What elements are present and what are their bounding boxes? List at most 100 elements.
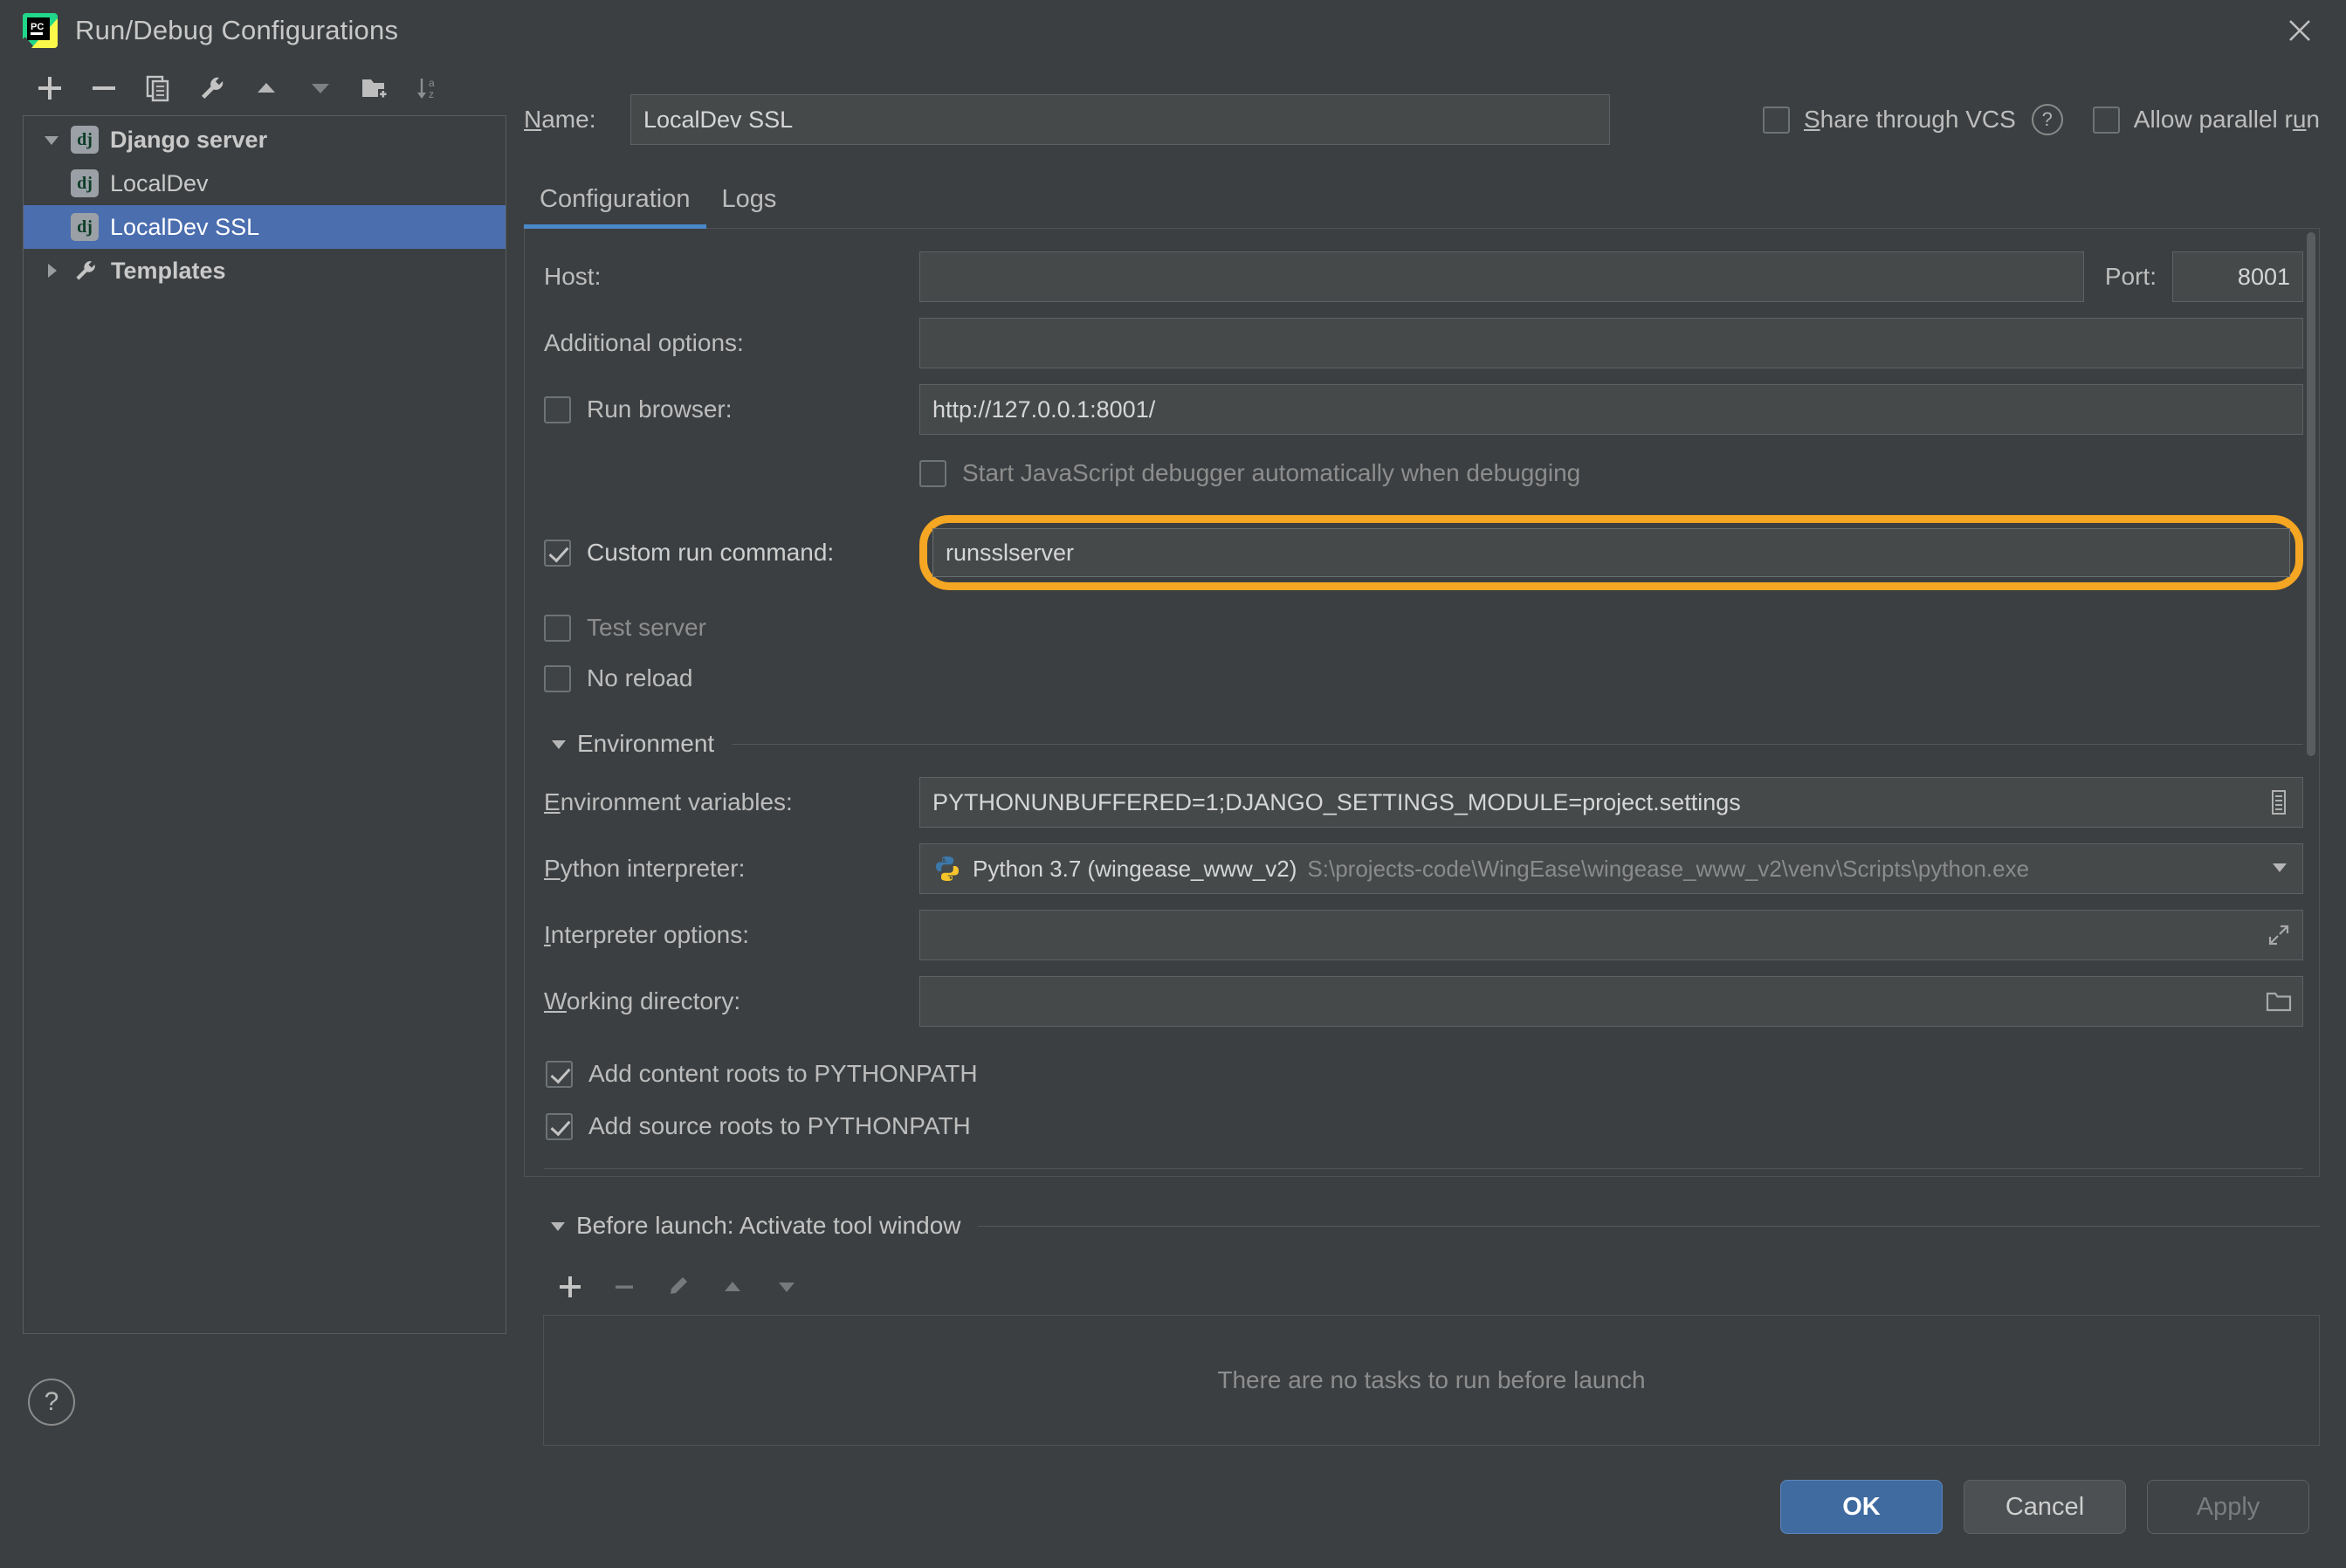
svg-text:PC: PC [31, 22, 44, 32]
python-interpreter-label: Python interpreter: [544, 855, 746, 882]
new-folder-button[interactable] [347, 64, 402, 113]
chevron-down-icon[interactable] [543, 1215, 573, 1236]
dialog-body: a z dj Django server dj LocalDev dj Loca… [0, 61, 2346, 1446]
name-input[interactable]: LocalDev SSL [630, 94, 1610, 145]
svg-text:a: a [429, 77, 435, 89]
run-browser-url-input[interactable]: http://127.0.0.1:8001/ [919, 384, 2303, 435]
chevron-right-icon[interactable] [32, 259, 71, 282]
configuration-editor-panel: Name: LocalDev SSL Share through VCS ? A… [524, 61, 2346, 1446]
test-server-row: Test server [544, 602, 2303, 653]
allow-parallel-run-label: Allow parallel run [2133, 106, 2320, 133]
tree-item-localdev-ssl[interactable]: dj LocalDev SSL [24, 205, 506, 249]
chevron-down-icon[interactable] [544, 733, 574, 754]
run-debug-configurations-dialog: PC Run/Debug Configurations a z dj Djang… [0, 0, 2346, 1568]
additional-options-row: Additional options: [544, 318, 2303, 368]
tree-item-label: LocalDev SSL [110, 213, 260, 240]
add-configuration-button[interactable] [23, 64, 77, 113]
tree-item-label: LocalDev [110, 169, 209, 196]
host-input[interactable] [919, 251, 2084, 302]
remove-configuration-button[interactable] [77, 64, 131, 113]
configurations-tree[interactable]: dj Django server dj LocalDev dj LocalDev… [23, 115, 506, 1334]
python-interpreter-select[interactable]: Python 3.7 (wingease_www_v2) S:\projects… [919, 843, 2303, 894]
before-launch-section: Before launch: Activate tool window Ther… [524, 1200, 2320, 1446]
custom-run-command-checkbox[interactable] [544, 539, 571, 567]
interpreter-options-input[interactable] [919, 910, 2303, 960]
environment-section-header[interactable]: Environment [544, 730, 2303, 758]
before-launch-header[interactable]: Before launch: Activate tool window [543, 1212, 2320, 1240]
add-content-roots-checkbox[interactable] [546, 1060, 573, 1088]
before-launch-empty-text: There are no tasks to run before launch [1217, 1366, 1646, 1393]
configuration-tab-panel: Host: Port: 8001 Additional options: Run… [524, 229, 2320, 1177]
task-move-up-button[interactable] [705, 1262, 760, 1311]
pencil-icon[interactable] [651, 1262, 705, 1311]
help-button[interactable]: ? [28, 1379, 75, 1426]
custom-run-command-label: Custom run command: [587, 539, 835, 566]
working-directory-field-wrap [919, 976, 2303, 1027]
move-down-button[interactable] [293, 64, 347, 113]
no-reload-label: No reload [587, 664, 693, 691]
run-browser-label: Run browser: [587, 395, 733, 423]
tree-toolbar: a z [23, 61, 506, 115]
env-vars-label: Environment variables: [544, 788, 793, 815]
working-directory-label: Working directory: [544, 987, 741, 1014]
add-source-roots-label: Add source roots to PYTHONPATH [588, 1112, 971, 1139]
sort-az-icon[interactable]: a z [402, 64, 456, 113]
js-debugger-label: Start JavaScript debugger automatically … [962, 459, 1581, 486]
custom-run-command-input[interactable]: runsslserver [932, 528, 2290, 577]
expand-icon[interactable] [2263, 919, 2294, 951]
no-reload-row: No reload [544, 653, 2303, 704]
before-launch-task-list[interactable]: There are no tasks to run before launch [543, 1315, 2320, 1446]
run-browser-label-group: Run browser: [544, 395, 919, 423]
allow-parallel-run-checkbox[interactable] [2092, 106, 2120, 134]
share-vcs-help-icon[interactable]: ? [2031, 104, 2063, 135]
python-interpreter-path: S:\projects-code\WingEase\wingease_www_v… [1307, 855, 2030, 882]
js-debugger-row: Start JavaScript debugger automatically … [544, 450, 2303, 496]
test-server-checkbox[interactable] [544, 614, 571, 642]
editor-tabs: Configuration Logs [524, 162, 2320, 229]
tree-item-django-server[interactable]: dj Django server [24, 118, 506, 162]
tab-configuration[interactable]: Configuration [524, 185, 706, 229]
move-up-button[interactable] [239, 64, 293, 113]
cancel-button[interactable]: Cancel [1964, 1480, 2126, 1534]
host-row: Host: Port: 8001 [544, 251, 2303, 302]
add-source-roots-checkbox[interactable] [546, 1112, 573, 1140]
python-interpreter-row: Python interpreter: Python 3.7 (wingease… [544, 843, 2303, 894]
no-reload-checkbox[interactable] [544, 664, 571, 692]
tree-item-localdev[interactable]: dj LocalDev [24, 162, 506, 205]
list-edit-icon[interactable] [2263, 787, 2294, 818]
tree-item-label: Django server [110, 126, 268, 153]
tree-item-templates[interactable]: Templates [24, 249, 506, 292]
env-vars-input[interactable]: PYTHONUNBUFFERED=1;DJANGO_SETTINGS_MODUL… [919, 777, 2303, 828]
run-browser-checkbox[interactable] [544, 395, 571, 423]
tab-logs[interactable]: Logs [706, 185, 793, 228]
remove-task-button[interactable] [597, 1262, 651, 1311]
additional-options-input[interactable] [919, 318, 2303, 368]
wrench-icon[interactable] [185, 64, 239, 113]
chevron-down-icon[interactable] [2255, 856, 2290, 883]
folder-icon[interactable] [2263, 986, 2294, 1017]
close-icon[interactable] [2280, 10, 2320, 51]
section-divider [978, 1225, 2320, 1227]
add-task-button[interactable] [543, 1262, 597, 1311]
configuration-scrollbar[interactable] [2303, 229, 2319, 1176]
name-label: Name: [524, 106, 596, 133]
interpreter-options-field-wrap [919, 910, 2303, 960]
share-through-vcs-checkbox[interactable] [1762, 106, 1790, 134]
port-group: Port: 8001 [2105, 251, 2303, 302]
scrollbar-thumb[interactable] [2307, 232, 2315, 756]
copy-configuration-button[interactable] [131, 64, 185, 113]
ok-button[interactable]: OK [1780, 1480, 1943, 1534]
svg-text:z: z [429, 88, 434, 100]
working-directory-input[interactable] [919, 976, 2303, 1027]
task-move-down-button[interactable] [760, 1262, 814, 1311]
chevron-down-icon[interactable] [32, 128, 71, 151]
header-options: Share through VCS ? Allow parallel run [1762, 104, 2320, 135]
js-debugger-checkbox[interactable] [919, 459, 946, 487]
port-input[interactable]: 8001 [2172, 251, 2303, 302]
django-icon: dj [71, 126, 99, 154]
django-icon: dj [71, 169, 99, 197]
apply-button: Apply [2147, 1480, 2309, 1534]
port-label: Port: [2104, 263, 2157, 290]
name-row: Name: LocalDev SSL Share through VCS ? A… [524, 89, 2320, 150]
python-icon [932, 854, 962, 884]
